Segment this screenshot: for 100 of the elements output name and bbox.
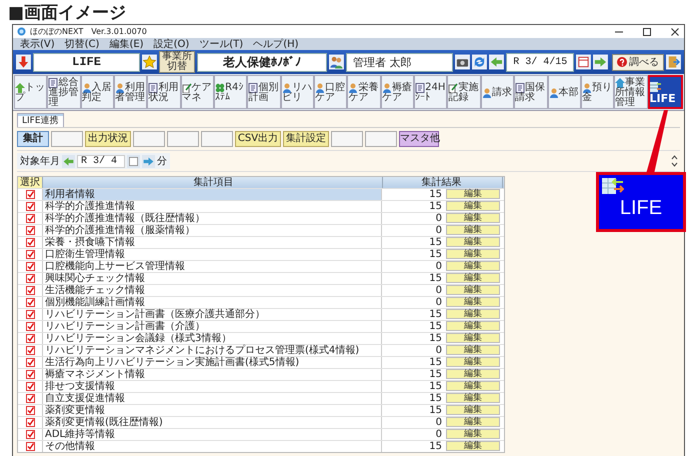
checkbox[interactable] [26, 430, 34, 439]
arrow-right-icon[interactable] [593, 54, 608, 70]
checkbox[interactable] [26, 310, 34, 319]
table-row[interactable]: 自立支援促進情報 15 編集 [18, 392, 504, 404]
toolbar-button[interactable]: 利用状況 [147, 75, 181, 109]
edit-button[interactable]: 編集 [446, 381, 500, 391]
date-field[interactable]: R 3/ 4/15 [506, 52, 574, 72]
table-row[interactable]: リハビリテーション計画書（介護） 15 編集 [18, 320, 504, 332]
edit-button[interactable]: 編集 [446, 333, 500, 343]
checkbox[interactable] [26, 346, 34, 355]
menu-item[interactable]: ツール(T) [194, 38, 248, 50]
arrow-down-icon[interactable] [16, 54, 31, 70]
toolbar-button[interactable]: 本部 [548, 75, 581, 109]
table-row[interactable]: 褥瘡マネジメント情報 15 編集 [18, 368, 504, 380]
table-row[interactable]: 科学的介護推進情報 15 編集 [18, 200, 504, 212]
action-button[interactable]: マスタ他 [399, 131, 439, 147]
toolbar-button[interactable]: 褥瘡ケア [380, 75, 414, 109]
office-switch-button[interactable]: 事業所切替 [159, 51, 195, 73]
edit-button[interactable]: 編集 [446, 261, 500, 271]
action-button[interactable]: 集計 [17, 131, 49, 147]
checkbox[interactable] [26, 382, 34, 391]
edit-button[interactable]: 編集 [446, 309, 500, 319]
table-row[interactable]: 薬剤変更情報 15 編集 [18, 404, 504, 416]
table-row[interactable]: 排せつ支援情報 15 編集 [18, 380, 504, 392]
table-row[interactable]: その他情報 15 編集 [18, 440, 504, 452]
chevron-down-icon[interactable] [671, 162, 678, 167]
chevron-up-icon[interactable] [671, 155, 678, 160]
checkbox[interactable] [26, 274, 34, 283]
checkbox[interactable] [26, 358, 34, 367]
toolbar-button[interactable]: ケアマネ [180, 75, 214, 109]
menu-item[interactable]: ヘルプ(H) [248, 38, 304, 50]
checkbox[interactable] [26, 442, 34, 451]
checkbox[interactable] [26, 226, 34, 235]
edit-button[interactable]: 編集 [446, 297, 500, 307]
toolbar-button[interactable]: 総合進捗管理 [47, 75, 81, 109]
menu-item[interactable]: 表示(V) [15, 38, 60, 50]
toolbar-button[interactable]: 入居判定 [80, 75, 114, 109]
table-row[interactable]: 口腔機能向上サービス管理情報 0 編集 [18, 260, 504, 272]
edit-button[interactable]: 編集 [446, 369, 500, 379]
checkbox[interactable] [26, 262, 34, 271]
table-row[interactable]: 興味関心チェック情報 15 編集 [18, 272, 504, 284]
toolbar-button[interactable]: 預り金 [580, 75, 614, 109]
edit-button[interactable]: 編集 [446, 237, 500, 247]
toolbar-button[interactable]: 請求 [480, 75, 514, 109]
table-row[interactable]: 個別機能訓練計画情報 0 編集 [18, 296, 504, 308]
period-field[interactable]: R 3/ 4 [77, 154, 125, 168]
checkbox[interactable] [26, 286, 34, 295]
toolbar-button[interactable]: 事業所情報管理 [614, 75, 648, 109]
edit-button[interactable]: 編集 [446, 405, 500, 415]
toolbar-button[interactable]: 栄養ケア [347, 75, 381, 109]
edit-button[interactable]: 編集 [446, 441, 500, 451]
edit-button[interactable]: 編集 [446, 321, 500, 331]
edit-button[interactable]: 編集 [446, 189, 500, 199]
exit-icon[interactable] [666, 54, 681, 70]
toolbar-button[interactable]: R4ｼｽﾃﾑ [214, 75, 248, 109]
toolbar-button[interactable]: トップ [14, 75, 48, 109]
table-row[interactable]: ADL維持等情報 0 編集 [18, 428, 504, 440]
toolbar-button[interactable]: 利用者管理 [114, 75, 148, 109]
tab[interactable]: LIFE連携 [17, 113, 64, 127]
edit-button[interactable]: 編集 [446, 357, 500, 367]
table-row[interactable]: 利用者情報 15 編集 [18, 188, 504, 200]
edit-button[interactable]: 編集 [446, 393, 500, 403]
action-button[interactable]: 集計設定 [283, 131, 329, 147]
edit-button[interactable]: 編集 [446, 213, 500, 223]
edit-button[interactable]: 編集 [446, 249, 500, 259]
checkbox[interactable] [26, 322, 34, 331]
toolbar-button[interactable]: リハビリ [280, 75, 314, 109]
action-button[interactable]: 出力状況 [85, 131, 131, 147]
checkbox[interactable] [26, 418, 34, 427]
action-button[interactable]: CSV出力 [235, 131, 281, 147]
star-icon[interactable] [142, 54, 158, 70]
table-row[interactable]: 口腔衛生管理情報 15 編集 [18, 248, 504, 260]
menu-item[interactable]: 切替(C) [60, 38, 104, 50]
table-row[interactable]: 生活機能チェック情報 0 編集 [18, 284, 504, 296]
table-row[interactable]: 科学的介護推進情報（服薬情報） 0 編集 [18, 224, 504, 236]
checkbox[interactable] [26, 250, 34, 259]
table-row[interactable]: 科学的介護推進情報（既往歴情報） 0 編集 [18, 212, 504, 224]
checkbox[interactable] [26, 202, 34, 211]
checkbox[interactable] [26, 370, 34, 379]
maximize-icon[interactable] [642, 26, 652, 36]
edit-button[interactable]: 編集 [446, 285, 500, 295]
edit-button[interactable]: 編集 [446, 273, 500, 283]
checkbox[interactable] [26, 298, 34, 307]
edit-button[interactable]: 編集 [446, 429, 500, 439]
checkbox[interactable] [26, 394, 34, 403]
menu-item[interactable]: 編集(E) [104, 38, 149, 50]
search-button[interactable]: 調べる [612, 54, 664, 70]
table-row[interactable]: リハビリテーション会議録（様式3情報） 15 編集 [18, 332, 504, 344]
edit-button[interactable]: 編集 [446, 201, 500, 211]
table-row[interactable]: 栄養・摂食嚥下情報 15 編集 [18, 236, 504, 248]
table-row[interactable]: 薬剤変更情報(既往歴情報) 0 編集 [18, 416, 504, 428]
menu-item[interactable]: 設定(O) [148, 38, 194, 50]
camera-icon[interactable] [455, 54, 470, 70]
edit-button[interactable]: 編集 [446, 225, 500, 235]
edit-button[interactable]: 編集 [446, 345, 500, 355]
toolbar-button[interactable]: LIFE [648, 75, 683, 109]
refresh-icon[interactable] [472, 54, 488, 70]
checkbox[interactable] [26, 238, 34, 247]
toolbar-button[interactable]: 24Hｼｰﾄ [414, 75, 448, 109]
table-row[interactable]: リハビリテーションマネジメントにおけるプロセス管理票(様式4情報) 0 編集 [18, 344, 504, 356]
